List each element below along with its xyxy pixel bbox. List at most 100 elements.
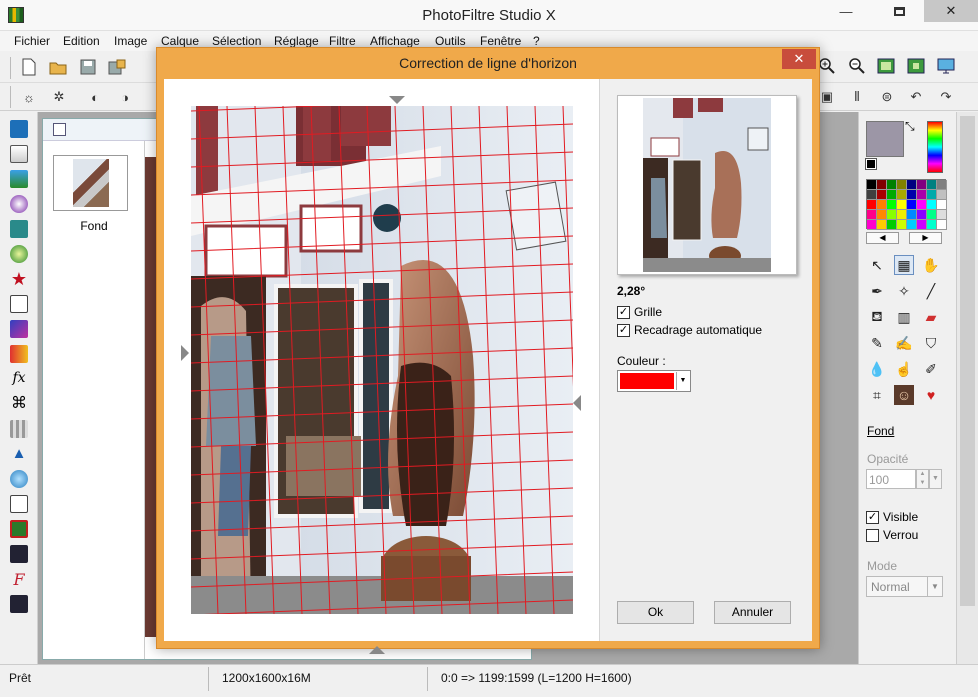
line-tool-icon[interactable]: ╱ — [921, 281, 941, 301]
cancel-button[interactable]: Annuler — [714, 601, 791, 624]
left-guide-handle[interactable] — [181, 345, 189, 361]
autocrop-checkbox[interactable]: ✓ Recadrage automatique — [617, 323, 762, 337]
paint-bucket-icon[interactable]: ⛾ — [867, 307, 887, 327]
sphere-icon[interactable] — [10, 195, 28, 213]
monitor-icon[interactable] — [10, 170, 28, 188]
eraser-icon[interactable]: ▰ — [921, 307, 941, 327]
grid-checkbox[interactable]: ✓ Grille — [617, 305, 662, 319]
globe-icon[interactable] — [10, 245, 28, 263]
active-layer-name[interactable]: Fond — [867, 424, 894, 438]
menu-affichage[interactable]: Affichage — [370, 34, 420, 48]
blur-drop-icon[interactable]: 💧 — [867, 359, 887, 379]
rotate-left-icon[interactable]: ↶ — [907, 88, 925, 106]
contrast-up-icon[interactable]: ◑ — [116, 88, 134, 106]
warp-icon[interactable]: ⌗ — [867, 385, 887, 405]
visible-checkbox[interactable]: ✓ Visible — [866, 510, 918, 524]
font-icon[interactable]: F — [10, 570, 28, 589]
top-guide-handle[interactable] — [389, 96, 405, 104]
hand-tool-icon[interactable]: ✋ — [921, 255, 941, 275]
color-palette[interactable] — [866, 179, 947, 230]
bottom-guide-handle[interactable] — [369, 646, 385, 654]
save-2000-icon[interactable] — [10, 545, 28, 563]
new-file-icon[interactable] — [20, 58, 38, 76]
menu-edition[interactable]: Edition — [63, 34, 100, 48]
vertical-scrollbar[interactable] — [956, 112, 978, 664]
close-button[interactable]: ✕ — [924, 0, 978, 22]
rotate-right-icon[interactable]: ↷ — [937, 88, 955, 106]
menu-help[interactable]: ? — [533, 34, 540, 48]
contrast-down-icon[interactable]: ◐ — [86, 88, 104, 106]
zoom-in-icon[interactable] — [818, 57, 836, 75]
maximize-button[interactable] — [876, 0, 922, 22]
ball-icon[interactable] — [10, 470, 28, 488]
right-guide-handle[interactable] — [573, 395, 581, 411]
menu-image[interactable]: Image — [114, 34, 147, 48]
menu-filtre[interactable]: Filtre — [329, 34, 356, 48]
spray-icon[interactable]: ▥ — [894, 307, 914, 327]
opacity-input[interactable]: 100 — [866, 469, 916, 489]
chevron-down-icon[interactable]: ▼ — [676, 372, 689, 390]
swap-colors-icon[interactable]: ⤡ — [905, 119, 915, 134]
brush-icon[interactable]: ✎ — [867, 333, 887, 353]
calculator-icon[interactable] — [10, 120, 28, 138]
grid-color-picker[interactable]: ▼ — [617, 370, 691, 392]
brightness-up-icon[interactable]: ✲ — [50, 88, 68, 106]
stamp-icon[interactable]: ⛉ — [921, 333, 941, 353]
star-icon[interactable]: ★ — [10, 270, 28, 288]
lock-checkbox[interactable]: Verrou — [866, 528, 918, 542]
layer-tool-icon[interactable]: ▣ — [818, 88, 836, 106]
flip-vertical-icon[interactable]: ⊜ — [878, 88, 896, 106]
hue-spectrum[interactable] — [927, 121, 943, 173]
fill-gradient-icon[interactable] — [10, 345, 28, 363]
dialog-close-button[interactable]: ✕ — [782, 49, 816, 69]
menu-reglage[interactable]: Réglage — [274, 34, 319, 48]
save-icon[interactable] — [79, 58, 97, 76]
layer-thumbnail[interactable] — [53, 155, 128, 211]
save-as-icon[interactable] — [108, 58, 126, 76]
ok-button[interactable]: Ok — [617, 601, 694, 624]
flip-horizontal-icon[interactable]: ⫴ — [848, 88, 866, 106]
mosaic-icon[interactable] — [10, 420, 28, 438]
smudge-icon[interactable]: ☝ — [894, 359, 914, 379]
brightness-down-icon[interactable]: ☼ — [20, 88, 38, 106]
camera-icon[interactable] — [10, 220, 28, 238]
preview-area[interactable] — [191, 106, 573, 614]
clone-brush-icon[interactable]: ✐ — [921, 359, 941, 379]
eyedropper-icon[interactable]: ✒ — [867, 281, 887, 301]
palette-next-button[interactable]: ▶ — [909, 232, 942, 244]
gradient-icon[interactable] — [10, 320, 28, 338]
pointer-tool-icon[interactable]: ↖ — [867, 255, 887, 275]
open-folder-icon[interactable] — [49, 58, 67, 76]
opacity-dropdown-button[interactable]: ▼ — [929, 469, 942, 489]
minimize-button[interactable]: — — [823, 0, 869, 22]
selection-tool-icon[interactable]: ▦ — [894, 255, 914, 275]
zoom-out-icon[interactable] — [848, 57, 866, 75]
menu-selection[interactable]: Sélection — [212, 34, 261, 48]
page-icon[interactable] — [10, 295, 28, 313]
photo-preview[interactable] — [191, 106, 573, 614]
strawberry-icon[interactable]: ♥ — [921, 385, 941, 405]
save-html-icon[interactable] — [10, 595, 28, 613]
fullscreen-icon[interactable] — [937, 57, 955, 75]
menu-calque[interactable]: Calque — [161, 34, 199, 48]
menu-outils[interactable]: Outils — [435, 34, 466, 48]
histogram-icon[interactable]: ▲ — [10, 445, 28, 463]
scroll-thumb[interactable] — [960, 116, 975, 606]
formula-icon[interactable]: fx — [10, 370, 28, 388]
menu-fenetre[interactable]: Fenêtre — [480, 34, 521, 48]
foreground-color[interactable] — [866, 121, 904, 157]
background-color[interactable] — [865, 158, 877, 170]
blend-mode-select[interactable]: Normal ▼ — [866, 576, 943, 597]
actual-size-icon[interactable] — [907, 57, 925, 75]
screen-capture-icon[interactable] — [10, 520, 28, 538]
advanced-brush-icon[interactable]: ✍ — [894, 333, 914, 353]
pattern-icon[interactable]: ⌘ — [10, 395, 28, 413]
document-icon[interactable] — [10, 145, 28, 163]
fit-image-icon[interactable] — [877, 57, 895, 75]
portrait-icon[interactable]: ☺ — [894, 385, 914, 405]
opacity-spinner[interactable]: ▲ ▼ — [916, 469, 929, 489]
menu-fichier[interactable]: Fichier — [14, 34, 50, 48]
palette-prev-button[interactable]: ◀ — [866, 232, 899, 244]
book-icon[interactable] — [10, 495, 28, 513]
magic-wand-icon[interactable]: ✧ — [894, 281, 914, 301]
